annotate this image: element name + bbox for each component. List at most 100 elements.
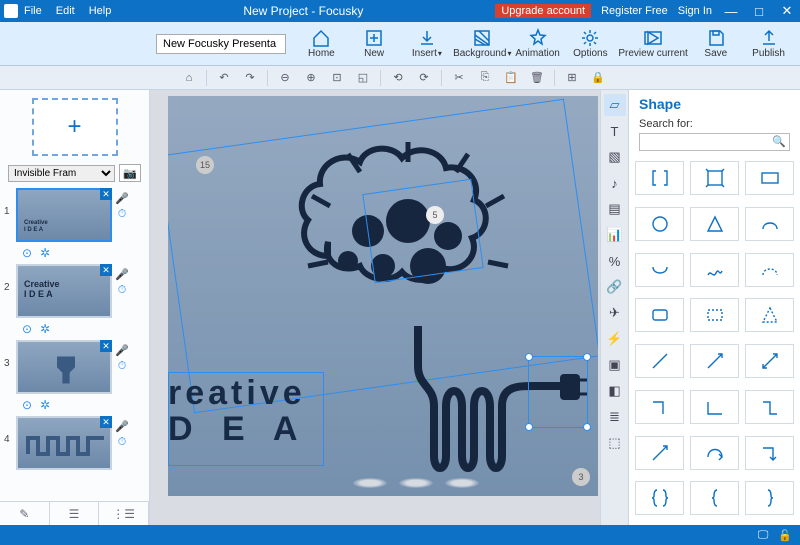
- selection-box-inner[interactable]: [362, 179, 483, 283]
- tb-zoom-actual[interactable]: ◱: [354, 69, 372, 87]
- menu-edit[interactable]: Edit: [56, 5, 75, 17]
- shape-brace-left[interactable]: [690, 481, 739, 515]
- slide-play-icon[interactable]: ⊙: [22, 246, 32, 260]
- slide-4[interactable]: 4 ✕ 🎤⏱: [4, 416, 145, 470]
- frame-style-select[interactable]: Invisible Fram: [8, 165, 115, 182]
- tool-video[interactable]: ▤: [604, 198, 626, 220]
- shape-rect-round[interactable]: [635, 298, 684, 332]
- tool-more[interactable]: ⬚: [604, 432, 626, 454]
- upgrade-account-button[interactable]: Upgrade account: [495, 4, 591, 18]
- shape-arrow-double[interactable]: [745, 344, 794, 378]
- tb-zoom-fit[interactable]: ⊡: [328, 69, 346, 87]
- maximize-button[interactable]: □: [750, 4, 768, 19]
- tool-smartart[interactable]: ◧: [604, 380, 626, 402]
- shape-arc[interactable]: [745, 207, 794, 241]
- tool-shape[interactable]: ▱: [604, 94, 626, 116]
- ribbon-animation[interactable]: Animation: [512, 28, 563, 59]
- slide-mic-icon[interactable]: 🎤: [115, 192, 129, 206]
- ribbon-save[interactable]: Save: [690, 28, 741, 59]
- shape-elbow-2[interactable]: [690, 390, 739, 424]
- canvas-area[interactable]: 15 5: [150, 90, 600, 525]
- shape-curve-arrow[interactable]: [690, 436, 739, 470]
- shape-brace-right[interactable]: [745, 481, 794, 515]
- canvas[interactable]: 15 5: [168, 96, 598, 496]
- minimize-button[interactable]: —: [722, 4, 740, 19]
- tb-delete[interactable]: 🗑: [528, 69, 546, 87]
- menu-help[interactable]: Help: [89, 5, 112, 17]
- shape-brace[interactable]: [635, 481, 684, 515]
- tb-home-icon[interactable]: ⌂: [180, 69, 198, 87]
- tool-symbol[interactable]: ✈: [604, 302, 626, 324]
- tb-copy[interactable]: ⎘: [476, 69, 494, 87]
- shape-bracket-square[interactable]: [635, 161, 684, 195]
- shape-triangle-dashed[interactable]: [745, 298, 794, 332]
- slide-settings-icon[interactable]: ✲: [40, 246, 50, 260]
- tool-image[interactable]: ▧: [604, 146, 626, 168]
- shape-elbow-3[interactable]: [745, 390, 794, 424]
- slide-3[interactable]: 3 ✕ 🎤⏱: [4, 340, 145, 394]
- shape-line[interactable]: [635, 344, 684, 378]
- tb-lock[interactable]: 🔒: [589, 69, 607, 87]
- ribbon-insert[interactable]: Insert: [402, 28, 453, 59]
- left-bottom-1[interactable]: ✎: [0, 502, 50, 525]
- shape-triangle[interactable]: [690, 207, 739, 241]
- shape-curve-down[interactable]: [635, 253, 684, 287]
- register-free-link[interactable]: Register Free: [601, 5, 668, 17]
- tb-paste[interactable]: 📋: [502, 69, 520, 87]
- shape-circle[interactable]: [635, 207, 684, 241]
- snapshot-button[interactable]: 📷: [119, 164, 141, 182]
- tool-formula[interactable]: ▣: [604, 354, 626, 376]
- ribbon-home[interactable]: Home: [296, 28, 347, 59]
- shape-arrow[interactable]: [690, 344, 739, 378]
- shape-diagonal-arrow[interactable]: [635, 436, 684, 470]
- shape-arc-dashed[interactable]: [745, 253, 794, 287]
- tool-link[interactable]: 🔗: [604, 276, 626, 298]
- slide-timer-icon[interactable]: ⏱: [115, 208, 129, 222]
- tb-zoom-in[interactable]: ⊕: [302, 69, 320, 87]
- search-icon[interactable]: 🔍: [772, 135, 786, 148]
- close-button[interactable]: ✕: [778, 3, 796, 19]
- slide-delete[interactable]: ✕: [100, 264, 112, 276]
- tb-group[interactable]: ⊞: [563, 69, 581, 87]
- tool-text[interactable]: T: [604, 120, 626, 142]
- shape-search-input[interactable]: [639, 133, 790, 151]
- shape-rect-dashed[interactable]: [690, 298, 739, 332]
- tb-rotate-left[interactable]: ⟲: [389, 69, 407, 87]
- status-display-icon[interactable]: 🖵: [758, 529, 769, 542]
- tb-cut[interactable]: ✂: [450, 69, 468, 87]
- slide-1[interactable]: 1 ✕CreativeI D E A 🎤⏱: [4, 188, 145, 242]
- tb-redo[interactable]: ↷: [241, 69, 259, 87]
- shape-frame[interactable]: [690, 161, 739, 195]
- selection-box-plug[interactable]: [528, 356, 588, 428]
- shape-elbow-arrow[interactable]: [745, 436, 794, 470]
- tb-zoom-out[interactable]: ⊖: [276, 69, 294, 87]
- status-lock-icon[interactable]: 🔓: [778, 529, 792, 542]
- tool-music[interactable]: ♪: [604, 172, 626, 194]
- left-bottom-3[interactable]: ⋮☰: [99, 502, 149, 525]
- shape-squiggle[interactable]: [690, 253, 739, 287]
- shape-rect[interactable]: [745, 161, 794, 195]
- add-frame-button[interactable]: +: [32, 98, 118, 156]
- shape-elbow-1[interactable]: [635, 390, 684, 424]
- ribbon-options[interactable]: Options: [565, 28, 616, 59]
- tool-role[interactable]: %: [604, 250, 626, 272]
- menu-file[interactable]: File: [24, 5, 42, 17]
- tb-undo[interactable]: ↶: [215, 69, 233, 87]
- slide-2[interactable]: 2 ✕CreativeI D E A 🎤⏱: [4, 264, 145, 318]
- selection-box-text[interactable]: [168, 372, 324, 466]
- marker-15[interactable]: 15: [196, 156, 214, 174]
- ribbon-background[interactable]: Background: [454, 28, 510, 59]
- marker-3[interactable]: 3: [572, 468, 590, 486]
- tool-flash[interactable]: ⚡: [604, 328, 626, 350]
- ribbon-preview[interactable]: Preview current: [618, 28, 689, 59]
- tb-rotate-right[interactable]: ⟳: [415, 69, 433, 87]
- ribbon-new[interactable]: New: [349, 28, 400, 59]
- insert-icon: [417, 28, 437, 48]
- tool-layers[interactable]: ≣: [604, 406, 626, 428]
- document-name-input[interactable]: [156, 34, 286, 54]
- slide-delete[interactable]: ✕: [100, 188, 112, 200]
- ribbon-publish[interactable]: Publish: [743, 28, 794, 59]
- left-bottom-2[interactable]: ☰: [50, 502, 100, 525]
- tool-chart[interactable]: 📊: [604, 224, 626, 246]
- sign-in-link[interactable]: Sign In: [678, 5, 712, 17]
